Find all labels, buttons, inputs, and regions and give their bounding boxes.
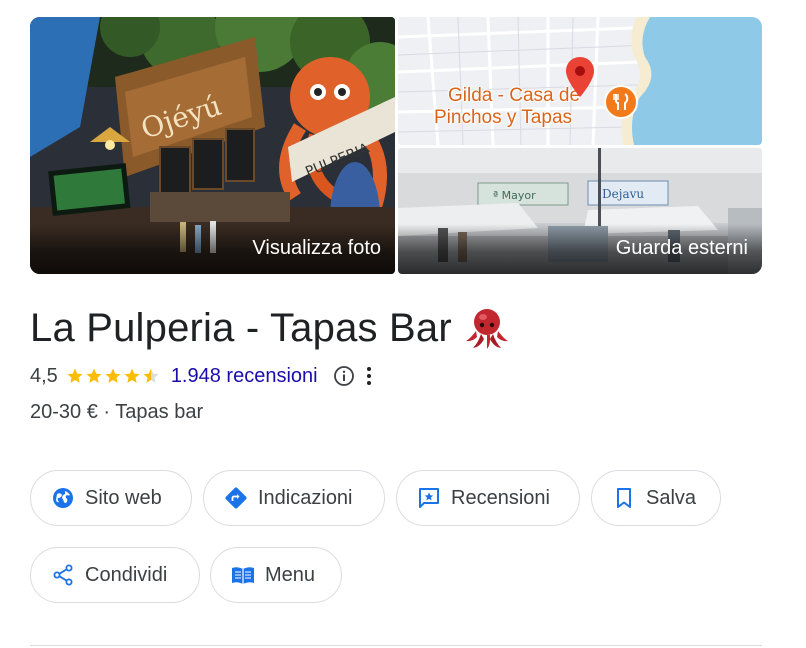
- star-full-icon: [67, 368, 83, 383]
- meta-separator: ·: [103, 401, 111, 423]
- street-view-tile[interactable]: ª Mayor Dejavu Guarda esterni: [398, 148, 762, 274]
- directions-button-label: Indicazioni: [258, 486, 353, 509]
- map-thumbnail[interactable]: Gilda - Casa de Pinchos y Tapas: [398, 17, 762, 145]
- bookmark-icon: [617, 488, 631, 508]
- title-row: La Pulperia - Tapas Bar: [30, 303, 510, 353]
- share-button[interactable]: Condividi: [30, 547, 200, 603]
- reviews-button-label: Recensioni: [451, 486, 550, 509]
- main-photo-tile[interactable]: Ojéyú PULPERIA Visualizza foto: [30, 17, 395, 274]
- share-icon: [53, 564, 73, 586]
- svg-text:ª Mayor: ª Mayor: [493, 189, 536, 202]
- star-full-icon: [124, 368, 140, 383]
- menu-button[interactable]: Menu: [210, 547, 342, 603]
- reviews-count-link[interactable]: 1.948 recensioni: [171, 365, 318, 388]
- reviews-button[interactable]: Recensioni: [396, 470, 580, 526]
- globe-icon: [53, 488, 73, 508]
- map-pin-icon: [566, 57, 594, 97]
- rating-row: 4,5 1.948 recensioni: [30, 362, 374, 390]
- rate-review-icon: [419, 488, 439, 508]
- fork-knife-icon: [604, 85, 638, 119]
- view-photos-caption[interactable]: Visualizza foto: [30, 224, 395, 274]
- website-button-label: Sito web: [85, 486, 162, 509]
- more-vert-icon[interactable]: [364, 364, 374, 388]
- menu-button-label: Menu: [265, 563, 316, 586]
- price-range: 20-30 €: [30, 401, 98, 423]
- menu-book-icon: [232, 567, 254, 584]
- info-icon[interactable]: [332, 364, 356, 388]
- rating-value: 4,5: [30, 364, 58, 387]
- map-place-label-line2: Pinchos y Tapas: [434, 107, 573, 128]
- section-divider: [30, 645, 762, 646]
- price-category-row: 20-30 € · Tapas bar: [30, 401, 203, 424]
- star-rating: [66, 367, 161, 385]
- star-full-icon: [105, 368, 121, 383]
- star-half-icon: [143, 368, 159, 383]
- octopus-icon: [465, 309, 508, 349]
- save-button[interactable]: Salva: [591, 470, 721, 526]
- directions-button[interactable]: Indicazioni: [203, 470, 385, 526]
- map-place-label-line1: Gilda - Casa de: [448, 85, 581, 106]
- place-category: Tapas bar: [115, 401, 204, 423]
- street-view-caption[interactable]: Guarda esterni: [398, 224, 762, 274]
- directions-icon: [225, 487, 247, 509]
- save-button-label: Salva: [646, 486, 697, 509]
- place-title: La Pulperia - Tapas Bar: [30, 305, 452, 350]
- website-button[interactable]: Sito web: [30, 470, 192, 526]
- photo-strip: Ojéyú PULPERIA Visualizza foto Gilda - C…: [30, 17, 762, 274]
- star-full-icon: [86, 368, 102, 383]
- svg-text:Dejavu: Dejavu: [602, 187, 644, 201]
- share-button-label: Condividi: [85, 563, 168, 586]
